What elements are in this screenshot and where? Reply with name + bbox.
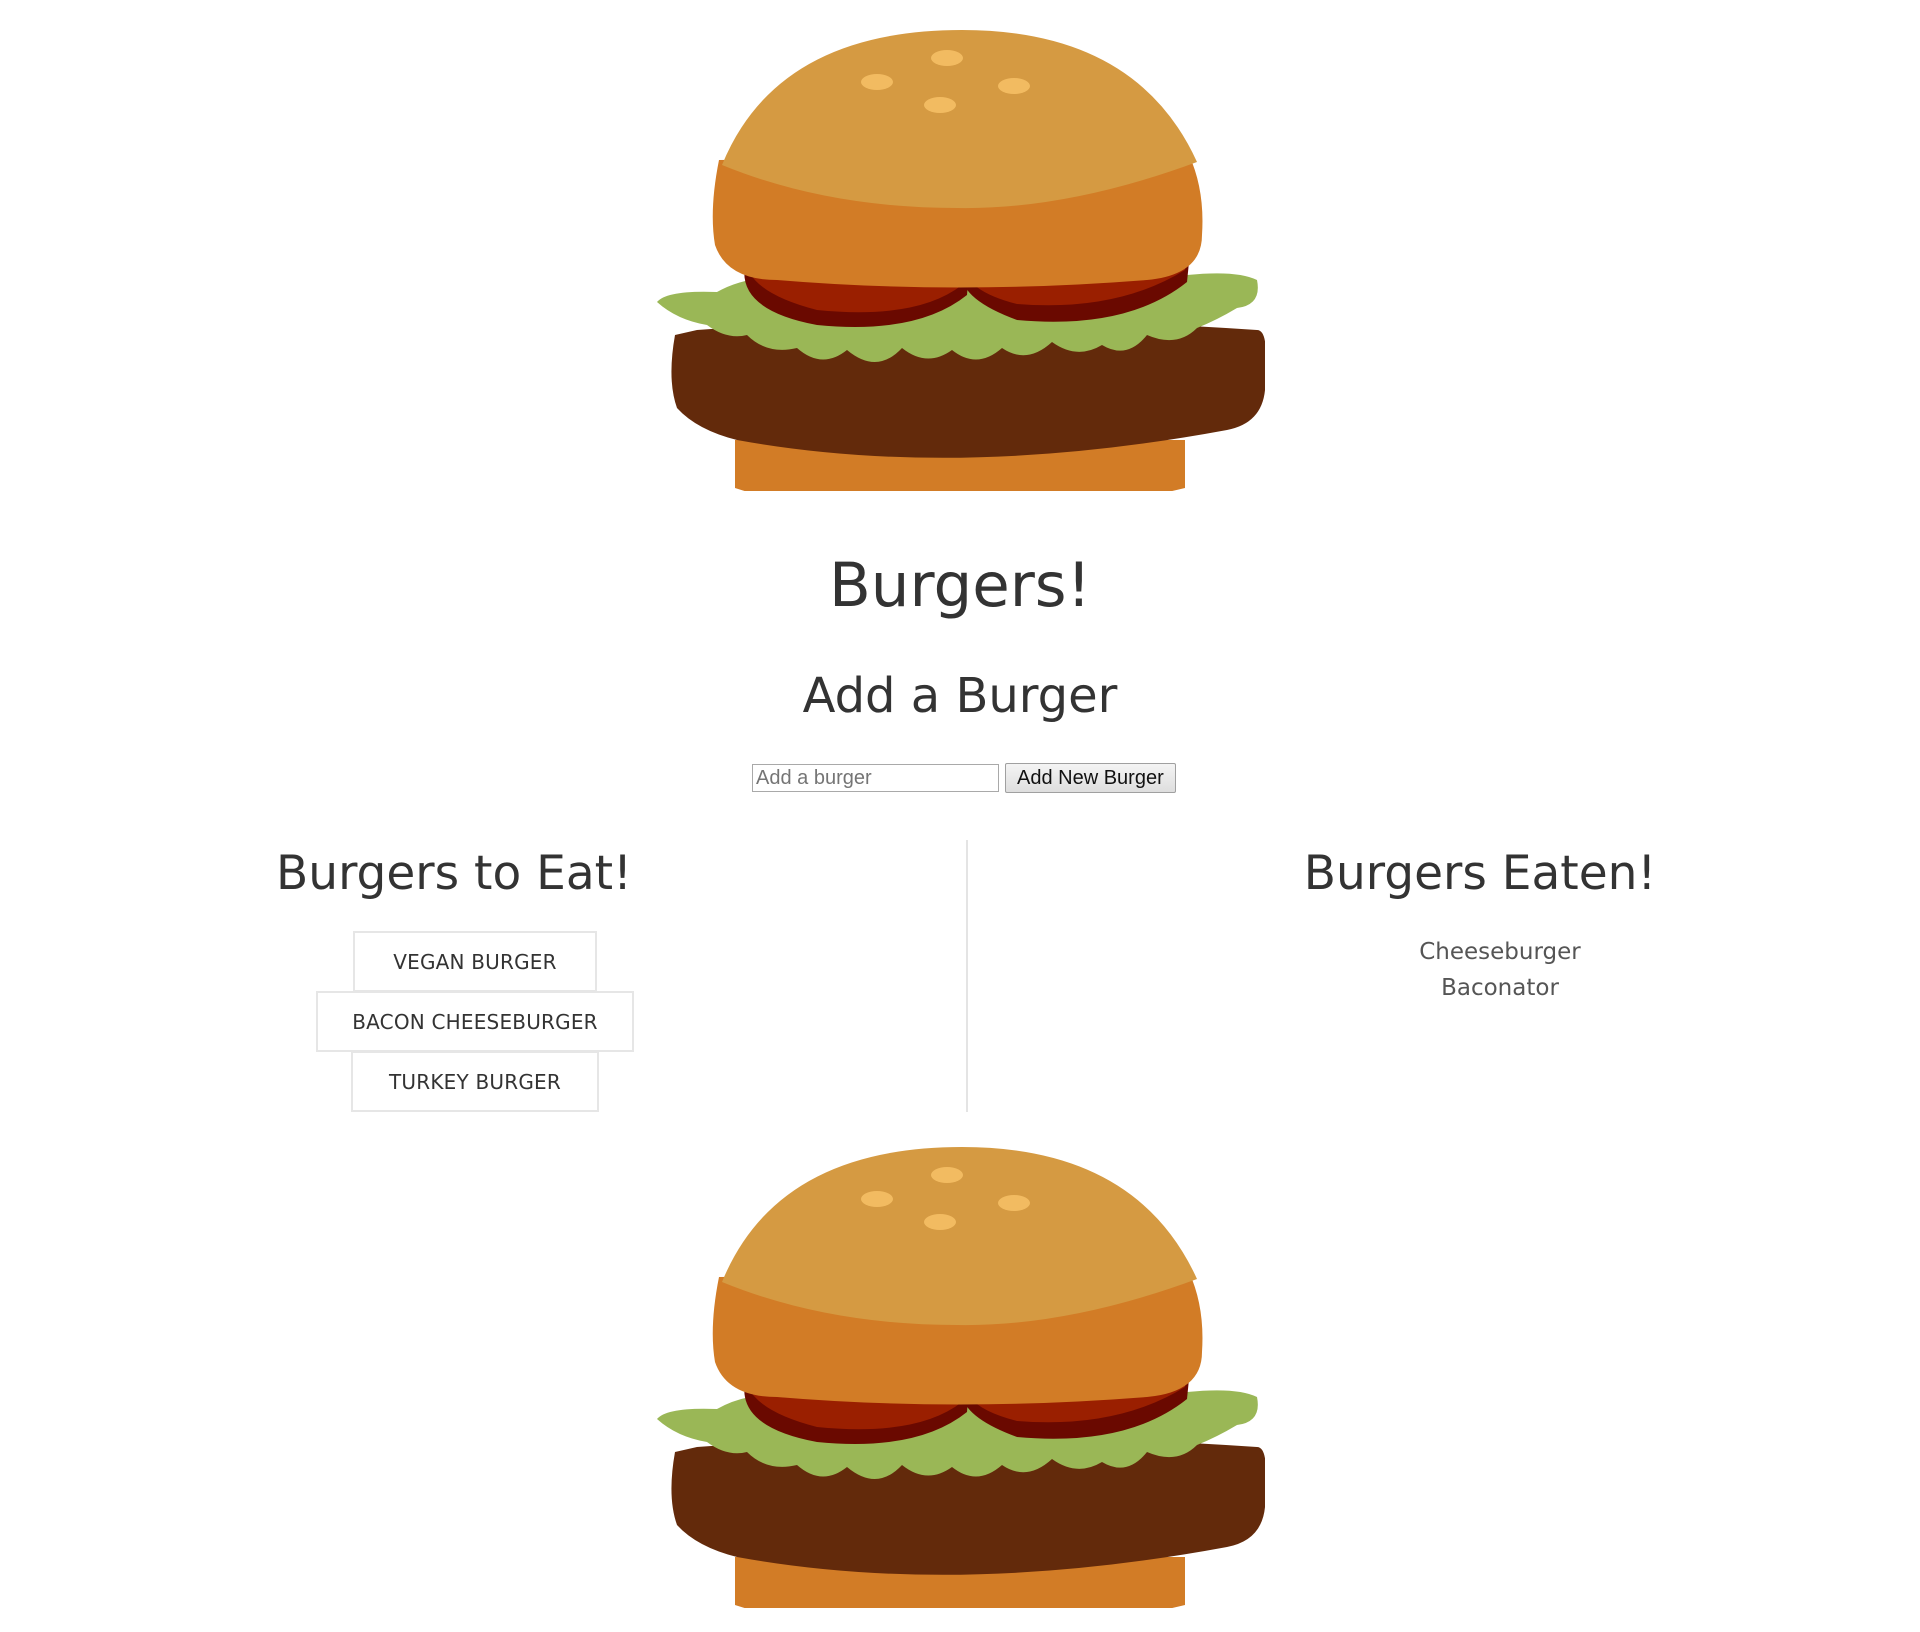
burgers-to-eat-list: VEGAN BURGER BACON CHEESEBURGER TURKEY B… [270,931,680,1112]
burger-icon [657,1147,1265,1608]
list-item: Baconator [1441,975,1559,1001]
list-item: VEGAN BURGER [270,931,680,992]
devour-button-vegan-burger[interactable]: VEGAN BURGER [353,931,597,992]
add-new-burger-button[interactable]: Add New Burger [1005,763,1176,793]
burgers-eaten-heading: Burgers Eaten! [1303,846,1657,901]
list-item: Cheeseburger [1419,939,1581,965]
devour-button-turkey-burger[interactable]: TURKEY BURGER [351,1051,599,1112]
burger-illustration-top [657,30,1265,491]
column-divider [966,840,968,1112]
burgers-to-eat-heading: Burgers to Eat! [276,846,632,901]
devour-button-bacon-cheeseburger[interactable]: BACON CHEESEBURGER [316,991,634,1052]
add-burger-form: Add New Burger [752,763,1176,793]
burger-icon [657,30,1265,491]
page-title: Burgers! [828,550,1092,621]
burger-illustration-bottom [657,1147,1265,1608]
list-item: TURKEY BURGER [270,1051,680,1112]
list-item: BACON CHEESEBURGER [270,991,680,1052]
burgers-eaten-list: Cheeseburger Baconator [1340,934,1660,1006]
add-burger-heading: Add a Burger [802,668,1118,724]
burger-name-input[interactable] [752,764,999,792]
